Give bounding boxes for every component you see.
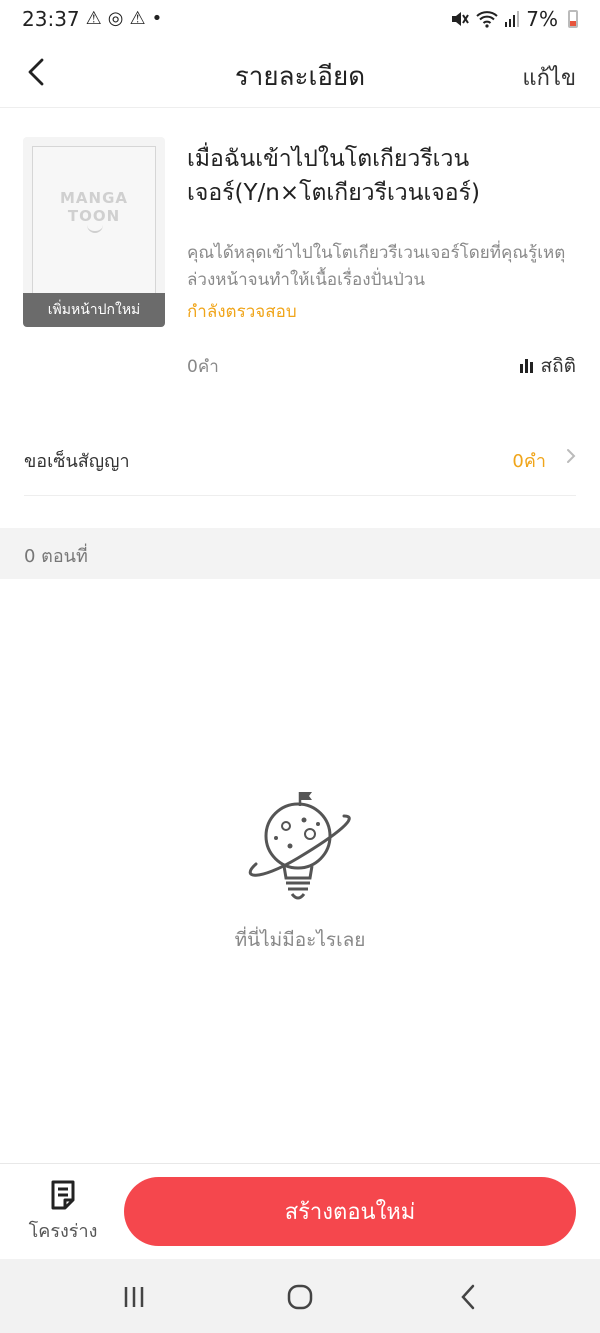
- stats-label: สถิติ: [540, 355, 576, 377]
- contract-value: 0คำ: [512, 451, 546, 472]
- draft-label: โครงร่าง: [28, 1221, 98, 1242]
- home-icon: [287, 1284, 313, 1310]
- battery-icon: [568, 10, 578, 28]
- sync-icon: ◎: [107, 8, 124, 29]
- book-title: เมื่อฉันเข้าไปในโตเกียวรีเวนเจอร์(Y/n×โต…: [187, 146, 480, 206]
- page-title: รายละเอียด: [234, 62, 366, 92]
- contract-row[interactable]: ขอเซ็นสัญญา 0คำ: [24, 430, 576, 496]
- dot-icon: •: [151, 8, 163, 29]
- word-count: 0คำ: [187, 357, 219, 377]
- top-app-bar: รายละเอียด แก้ไข: [0, 38, 600, 108]
- bar-chart-icon: [519, 359, 533, 373]
- book-description: คุณได้หลุดเข้าไปในโตเกียวรีเวนเจอร์โดยที…: [187, 243, 566, 290]
- book-cover[interactable]: MANGA TOON เพิ่มหน้าปกใหม่: [23, 137, 165, 327]
- chevron-left-icon: [461, 1284, 475, 1310]
- episodes-count: 0 ตอนที่: [24, 546, 88, 567]
- empty-state-text: ที่นี่ไม่มีอะไรเลย: [234, 929, 366, 951]
- status-right: 7%: [450, 7, 578, 31]
- stats-button[interactable]: สถิติ: [519, 351, 576, 381]
- warning-icon: ⚠: [85, 8, 102, 29]
- home-button[interactable]: [270, 1277, 330, 1317]
- chevron-right-icon: [566, 446, 576, 467]
- status-time: 23:37: [22, 7, 80, 31]
- system-nav-bar: [0, 1259, 600, 1333]
- mangatoon-logo: MANGA TOON: [33, 189, 155, 225]
- logo-smile-icon: [87, 225, 103, 233]
- review-status: กำลังตรวจสอบ: [187, 302, 297, 322]
- signal-icon: [505, 11, 520, 27]
- logo-line-2: TOON: [67, 207, 121, 225]
- add-cover-button[interactable]: เพิ่มหน้าปกใหม่: [23, 293, 165, 327]
- create-episode-button[interactable]: สร้างตอนใหม่: [124, 1177, 576, 1246]
- recent-apps-icon: [124, 1287, 144, 1307]
- battery-percent: 7%: [526, 7, 558, 31]
- wifi-icon: [476, 11, 498, 28]
- recent-apps-button[interactable]: [104, 1277, 164, 1317]
- draft-button[interactable]: โครงร่าง: [20, 1180, 106, 1250]
- warning-icon: ⚠: [129, 8, 146, 29]
- system-back-button[interactable]: [438, 1277, 498, 1317]
- status-bar: 23:37 ⚠ ◎ ⚠ • 7%: [0, 0, 600, 38]
- edit-button[interactable]: แก้ไข: [522, 60, 576, 95]
- planet-bulb-icon: [248, 792, 351, 900]
- status-left: 23:37 ⚠ ◎ ⚠ •: [22, 7, 162, 31]
- logo-line-1: MANGA: [59, 189, 128, 207]
- episodes-header: 0 ตอนที่: [0, 528, 600, 579]
- bottom-action-bar: โครงร่าง สร้างตอนใหม่: [0, 1163, 600, 1259]
- contract-label: ขอเซ็นสัญญา: [24, 451, 130, 472]
- notes-icon: [51, 1180, 75, 1210]
- mute-icon: [452, 12, 470, 26]
- cover-placeholder: MANGA TOON: [32, 146, 156, 296]
